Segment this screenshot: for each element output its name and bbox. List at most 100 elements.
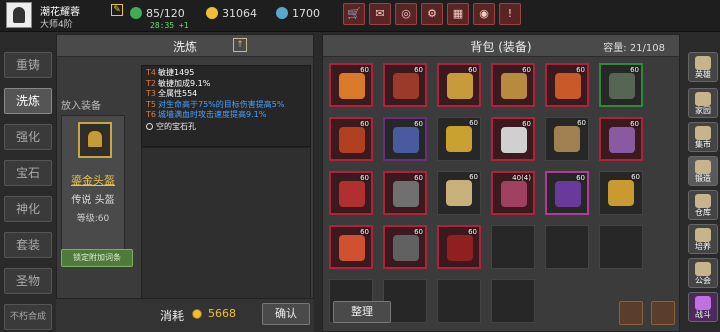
nav-forge[interactable]: 锻造 [688,156,718,186]
nav-hero[interactable]: 英雄 [688,52,718,82]
nav-recast[interactable]: 重铸 [4,52,52,78]
edit-icon[interactable]: ✎ [111,4,123,16]
nav-gem[interactable]: 宝石 [4,160,52,186]
player-avatar[interactable] [6,2,32,28]
bag-item[interactable]: 60 [437,63,481,107]
nav-immortal-combine[interactable]: 不朽合成 [4,304,52,330]
armor-filter-icon[interactable] [619,301,643,325]
refine-list-area [141,147,311,303]
forge-side-nav: 重铸 洗炼 强化 宝石 神化 套装 圣物 不朽合成 [0,52,56,332]
bag-item[interactable]: 60 [491,63,535,107]
bag-item[interactable]: 60 [329,117,373,161]
attribute-line: T5 对生命高于75%的目标伤害提高5% [146,99,285,109]
nav-enhance[interactable]: 强化 [4,124,52,150]
bag-item[interactable]: 60 [437,225,481,269]
bag-item[interactable]: 60 [545,171,589,215]
equipment-icon [608,180,634,206]
boots-filter-icon[interactable] [651,301,675,325]
nav-guild[interactable]: 公会 [688,258,718,288]
equipment-icon [339,235,365,261]
equipment-icon [555,73,581,99]
bag-item[interactable]: 60 [599,117,643,161]
bag-capacity: 容量: 21/108 [603,43,665,54]
equipment-icon [393,127,419,153]
bag-slot-empty[interactable] [491,225,535,269]
anvil-icon [695,160,711,174]
nav-market[interactable]: 集市 [688,122,718,152]
equipment-icon [339,127,365,153]
color-wheel-icon[interactable]: ◉ [473,3,495,25]
shop-cart-icon[interactable]: 🛒 [343,3,365,25]
tidy-button[interactable]: 整理 [333,301,391,323]
gem-slot-line: 空的宝石孔 [146,121,306,133]
bag-item[interactable]: 60 [599,63,643,107]
bag-grid: 60 60 60 60 60 60 60 60 60 60 60 60 60 60 60 40(4) 60 60 6… [329,63,675,323]
bag-item[interactable]: 60 [545,63,589,107]
nav-refine[interactable]: 洗炼 [4,88,52,114]
nav-deify[interactable]: 神化 [4,196,52,222]
controller-icon[interactable]: ◎ [395,3,417,25]
equipment-icon [609,127,635,153]
bag-item[interactable]: 40(4) [491,171,535,215]
gem-display: 1700 [276,4,320,22]
market-icon [695,126,711,140]
bag-item[interactable]: 60 [329,63,373,107]
bag-header: 背包 (装备) 容量: 21/108 [323,35,679,57]
bag-item[interactable]: 60 [491,117,535,161]
attribute-line: T4 敏捷1495 [146,68,195,77]
refine-header: 洗炼 ↑ [57,35,313,57]
nav-storage[interactable]: 仓库 [688,190,718,220]
nav-train[interactable]: 培养 [688,224,718,254]
item-level: 60 [469,119,478,127]
bag-slot-empty[interactable] [491,279,535,323]
equipment-icon [393,73,419,99]
bag-slot-empty[interactable] [437,279,481,323]
helmet-icon [86,129,104,149]
bag-item[interactable]: 60 [383,225,427,269]
item-level: 60 [631,173,640,181]
nav-battle[interactable]: 战斗 [688,292,718,322]
equipment-icon [447,73,473,99]
lock-affix-button[interactable]: 锁定附加词条 [61,249,133,267]
equip-type: 传说 头盔 [71,195,115,206]
train-icon [695,228,711,242]
gold-coin-icon [192,309,202,319]
stamina-icon [130,7,142,19]
equipment-icon [339,73,365,99]
equipment-icon [393,235,419,261]
refine-panel: 洗炼 ↑ 放入装备 鎏金头盔 传说 头盔 等级:60 锁定附加词条 T4 敏捷14… [56,34,314,332]
bag-item[interactable]: 60 [545,117,589,161]
bag-item[interactable]: 60 [599,171,643,215]
bag-item[interactable]: 60 [437,171,481,215]
bag-item[interactable]: 60 [329,225,373,269]
put-equip-label: 放入装备 [61,101,101,112]
bag-slot-empty[interactable] [545,225,589,269]
alert-icon[interactable]: ! [499,3,521,25]
bag-item[interactable]: 60 [383,63,427,107]
equipment-icon [447,235,473,261]
gem-value: 1700 [292,6,320,20]
equipment-icon [609,73,635,99]
arrow-up-icon[interactable]: ↑ [233,38,247,52]
nav-set[interactable]: 套装 [4,232,52,258]
bag-item[interactable]: 60 [437,117,481,161]
bag-item[interactable]: 60 [383,171,427,215]
nav-relic[interactable]: 圣物 [4,268,52,294]
equipment-icon [555,181,581,207]
bag-item[interactable]: 60 [329,171,373,215]
equipment-icon [339,181,365,207]
equipment-icon [501,127,527,153]
bag-slot-empty[interactable] [599,225,643,269]
confirm-button[interactable]: 确认 [262,303,310,325]
bag-item[interactable]: 60 [383,117,427,161]
cost-label: 消耗 [160,309,185,323]
equip-name[interactable]: 鎏金头盔 [62,172,124,188]
equipment-icon [501,73,527,99]
gift-icon[interactable]: ▦ [447,3,469,25]
mail-icon[interactable]: ✉ [369,3,391,25]
hero-icon [695,56,711,70]
nav-home[interactable]: 家园 [688,88,718,118]
equipment-icon [446,126,472,152]
settings-gear-icon[interactable]: ⚙ [421,3,443,25]
equip-slot[interactable] [78,122,112,158]
